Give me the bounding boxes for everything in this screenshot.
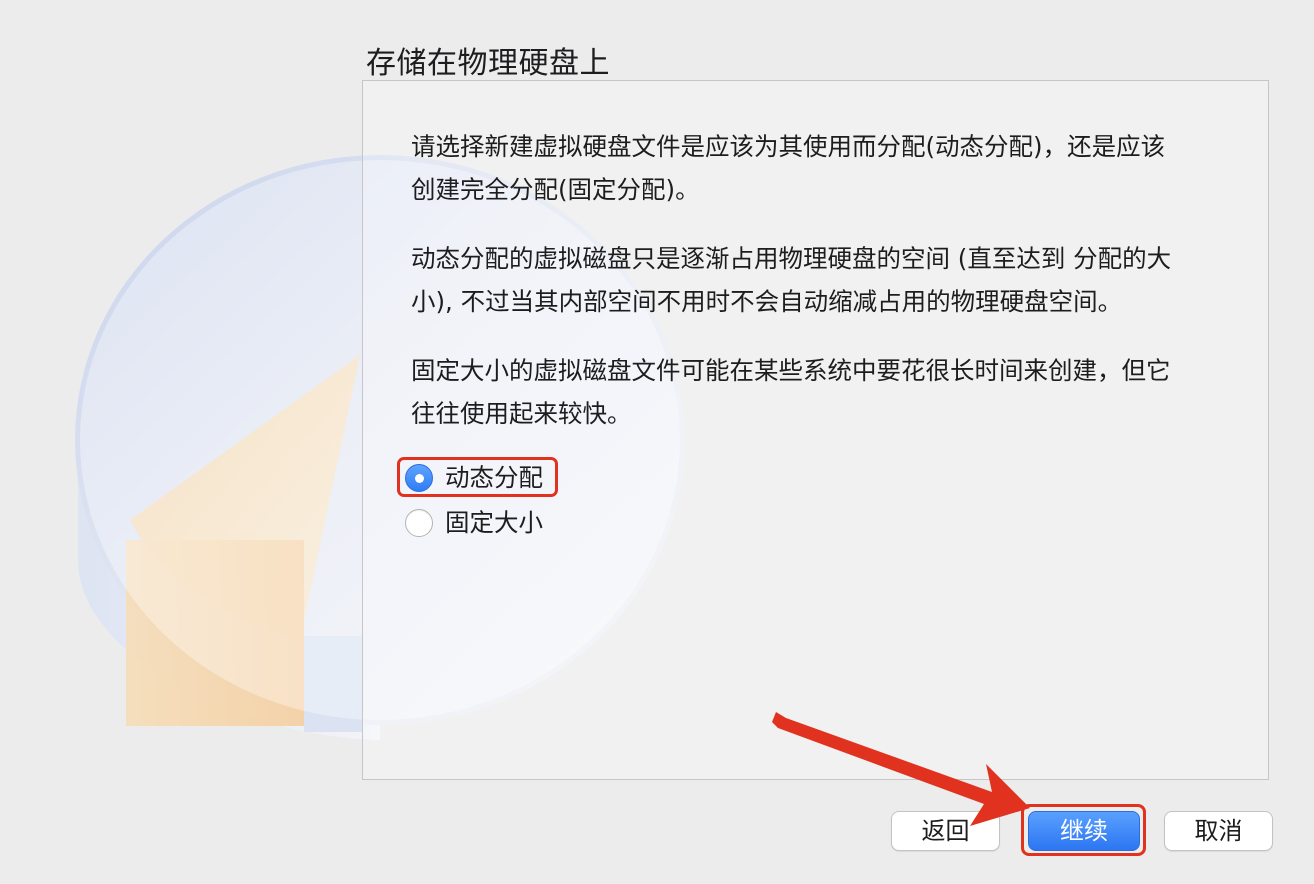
- continue-button[interactable]: 继续: [1028, 811, 1140, 851]
- description-fixed: 固定大小的虚拟磁盘文件可能在某些系统中要花很长时间来创建，但它 往往使用起来较快…: [411, 356, 1171, 428]
- radio-checked-dot-icon: [414, 473, 424, 483]
- radio-option-fixed[interactable]: 固定大小: [405, 505, 543, 541]
- radio-label-dynamic: 动态分配: [445, 463, 543, 492]
- radio-label-fixed: 固定大小: [445, 508, 543, 537]
- radio-button-fixed[interactable]: [405, 509, 433, 537]
- radio-button-dynamic[interactable]: [405, 464, 433, 492]
- description-dynamic: 动态分配的虚拟磁盘只是逐渐占用物理硬盘的空间 (直至达到 分配的大 小), 不过…: [411, 244, 1172, 316]
- description-allocation-choice: 请选择新建虚拟硬盘文件是应该为其使用而分配(动态分配)，还是应该 创建完全分配(…: [411, 132, 1166, 204]
- cancel-button[interactable]: 取消: [1164, 811, 1273, 851]
- content-panel: 请选择新建虚拟硬盘文件是应该为其使用而分配(动态分配)，还是应该 创建完全分配(…: [362, 80, 1269, 780]
- back-button[interactable]: 返回: [891, 811, 1000, 851]
- radio-option-dynamic[interactable]: 动态分配: [405, 460, 543, 496]
